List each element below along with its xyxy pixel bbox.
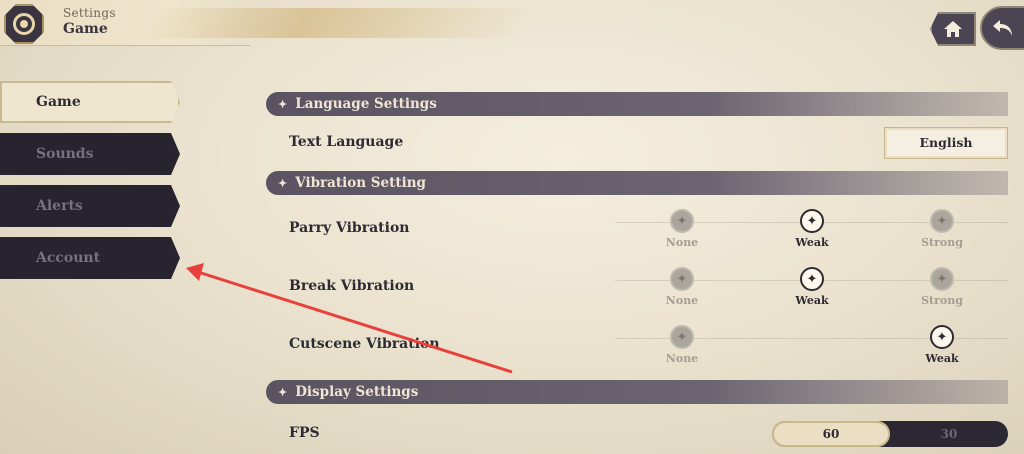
annotation-arrow xyxy=(186,263,513,374)
